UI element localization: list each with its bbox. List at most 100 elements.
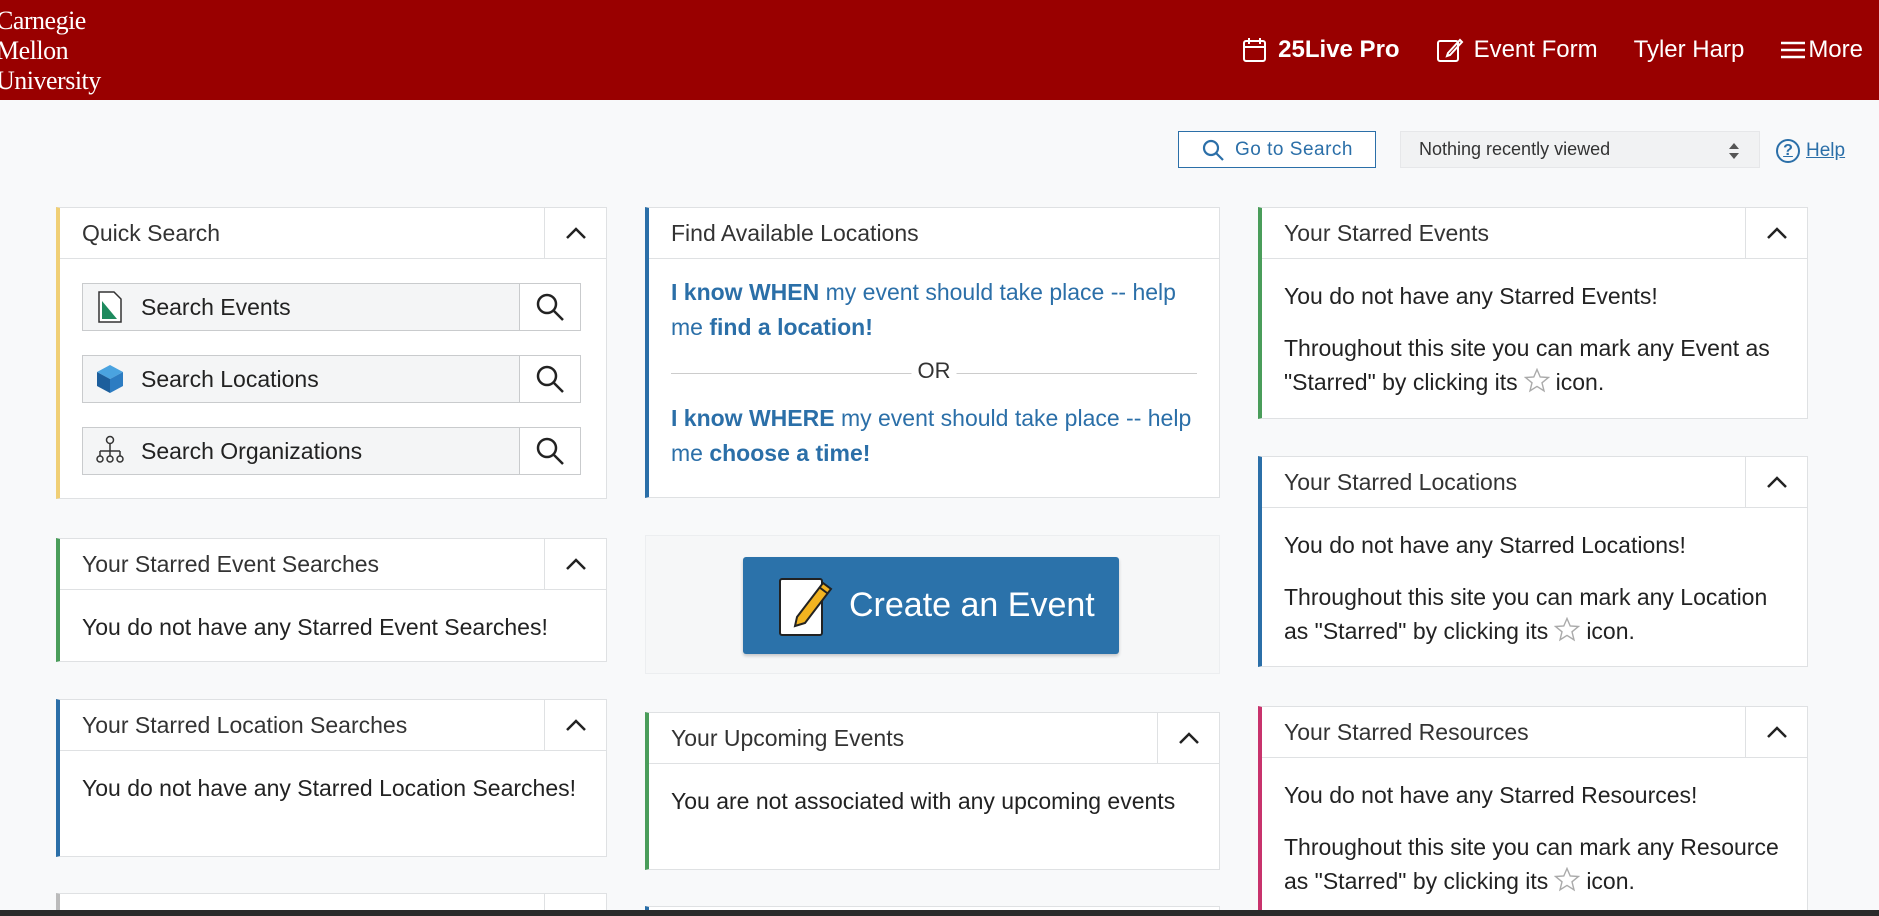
nav-25live-pro-label: 25Live Pro [1278, 36, 1400, 63]
search-icon [1202, 139, 1224, 161]
search-events-button[interactable] [519, 284, 580, 330]
chevron-up-icon [565, 227, 586, 239]
starred-event-searches-text: You do not have any Starred Event Search… [82, 614, 548, 640]
starred-locations-hint-text: Throughout this site you can mark any Lo… [1284, 584, 1768, 644]
upcoming-events-header: Your Upcoming Events [649, 713, 1219, 764]
find-locations-card: Find Available Locations I know WHEN my … [645, 207, 1220, 498]
chevron-up-icon [1178, 732, 1199, 744]
collapse-button[interactable] [1157, 713, 1219, 763]
help-label: Help [1806, 140, 1846, 161]
search-locations-link[interactable]: Search Locations [83, 356, 519, 402]
know-when-link[interactable]: I know WHEN my event should take place -… [671, 275, 1197, 345]
starred-event-searches-title: Your Starred Event Searches [82, 550, 380, 577]
top-header: Carnegie Mellon University 25Live Pro Ev… [0, 0, 1879, 100]
search-organizations-link[interactable]: Search Organizations [83, 428, 519, 474]
starred-resources-hint-suffix: icon. [1586, 868, 1635, 894]
find-locations-header: Find Available Locations [649, 208, 1219, 259]
nav-user[interactable]: Tyler Harp [1634, 36, 1745, 64]
create-event-button[interactable]: Create an Event [743, 557, 1119, 654]
starred-location-searches-card: Your Starred Location Searches You do no… [56, 699, 607, 857]
event-document-icon [93, 291, 127, 323]
find-location-strong: find a location! [709, 314, 873, 340]
calendar-icon [1243, 38, 1267, 62]
starred-resources-card: Your Starred Resources You do not have a… [1258, 706, 1808, 916]
star-outline-icon [1523, 368, 1550, 393]
starred-locations-body: You do not have any Starred Locations! T… [1262, 508, 1807, 648]
starred-events-hint: Throughout this site you can mark any Ev… [1284, 331, 1785, 399]
know-where-link[interactable]: I know WHERE my event should take place … [671, 401, 1197, 471]
location-cube-icon [93, 363, 127, 395]
starred-location-searches-title: Your Starred Location Searches [82, 711, 408, 738]
help-link[interactable]: ? Help [1776, 139, 1845, 163]
starred-locations-title: Your Starred Locations [1284, 468, 1518, 495]
logo-line-3: University [0, 66, 101, 95]
starred-location-searches-text: You do not have any Starred Location Sea… [82, 775, 576, 801]
search-organizations-row: Search Organizations [82, 427, 581, 475]
starred-location-searches-header: Your Starred Location Searches [60, 700, 606, 751]
nav-more[interactable]: More [1780, 36, 1863, 64]
collapse-button[interactable] [1745, 208, 1807, 258]
starred-events-card: Your Starred Events You do not have any … [1258, 207, 1808, 419]
organization-tree-icon [93, 435, 127, 467]
starred-resources-empty-text: You do not have any Starred Resources! [1284, 782, 1698, 808]
starred-events-header: Your Starred Events [1262, 208, 1807, 259]
bottom-taskbar-strip [0, 910, 1879, 916]
chevron-up-icon [1766, 726, 1787, 738]
nav-25live-pro[interactable]: 25Live Pro [1242, 36, 1400, 64]
starred-locations-hint: Throughout this site you can mark any Lo… [1284, 580, 1785, 648]
know-where-strong: I know WHERE [671, 405, 835, 431]
upcoming-events-body: You are not associated with any upcoming… [649, 764, 1219, 818]
search-events-row: Search Events [82, 283, 581, 331]
starred-locations-hint-suffix: icon. [1586, 618, 1635, 644]
collapse-button[interactable] [1745, 457, 1807, 507]
starred-resources-hint-text: Throughout this site you can mark any Re… [1284, 834, 1779, 894]
search-organizations-button[interactable] [519, 428, 580, 474]
collapse-button[interactable] [1745, 707, 1807, 757]
or-text: OR [911, 358, 957, 384]
search-events-link[interactable]: Search Events [83, 284, 519, 330]
starred-events-empty-text: You do not have any Starred Events! [1284, 283, 1658, 309]
search-locations-button[interactable] [519, 356, 580, 402]
quick-search-title: Quick Search [82, 219, 221, 246]
create-event-panel: Create an Event [645, 535, 1220, 674]
quick-search-card: Quick Search Search Events Search Locati… [56, 207, 607, 499]
starred-locations-card: Your Starred Locations You do not have a… [1258, 456, 1808, 667]
edit-form-icon [1436, 38, 1463, 62]
top-nav: 25Live Pro Event Form Tyler Harp More [1242, 0, 1879, 100]
starred-resources-header: Your Starred Resources [1262, 707, 1807, 758]
starred-events-title: Your Starred Events [1284, 219, 1489, 246]
nav-event-form[interactable]: Event Form [1436, 36, 1598, 64]
recently-viewed-select[interactable]: Nothing recently viewed [1400, 131, 1760, 168]
nav-event-form-label: Event Form [1473, 36, 1598, 63]
know-when-strong: I know WHEN [671, 279, 820, 305]
logo-line-1: Carnegie [0, 6, 86, 35]
star-outline-icon [1554, 617, 1581, 642]
starred-resources-body: You do not have any Starred Resources! T… [1262, 758, 1807, 898]
logo-line-2: Mellon [0, 36, 69, 65]
starred-resources-hint: Throughout this site you can mark any Re… [1284, 830, 1785, 898]
cmu-logo[interactable]: Carnegie Mellon University [0, 6, 126, 96]
chevron-up-icon [565, 719, 586, 731]
go-to-search-label: Go to Search [1235, 138, 1353, 160]
hamburger-icon [1781, 41, 1806, 59]
chevron-up-icon [565, 558, 586, 570]
edit-document-icon [779, 577, 833, 636]
nav-more-label: More [1808, 36, 1863, 63]
search-organizations-label: Search Organizations [141, 437, 363, 464]
search-icon [536, 437, 564, 465]
collapse-button[interactable] [544, 208, 606, 258]
upcoming-events-card: Your Upcoming Events You are not associa… [645, 712, 1220, 870]
starred-location-searches-body: You do not have any Starred Location Sea… [60, 751, 606, 805]
starred-locations-header: Your Starred Locations [1262, 457, 1807, 508]
collapse-button[interactable] [544, 539, 606, 589]
starred-event-searches-body: You do not have any Starred Event Search… [60, 590, 606, 644]
search-icon [536, 365, 564, 393]
find-locations-title: Find Available Locations [671, 219, 919, 246]
choose-time-strong: choose a time! [709, 440, 871, 466]
chevron-up-icon [1766, 227, 1787, 239]
nav-user-label: Tyler Harp [1633, 36, 1745, 63]
collapse-button[interactable] [544, 700, 606, 750]
help-question-icon: ? [1776, 139, 1800, 163]
starred-events-body: You do not have any Starred Events! Thro… [1262, 259, 1807, 399]
go-to-search-button[interactable]: Go to Search [1178, 131, 1376, 168]
